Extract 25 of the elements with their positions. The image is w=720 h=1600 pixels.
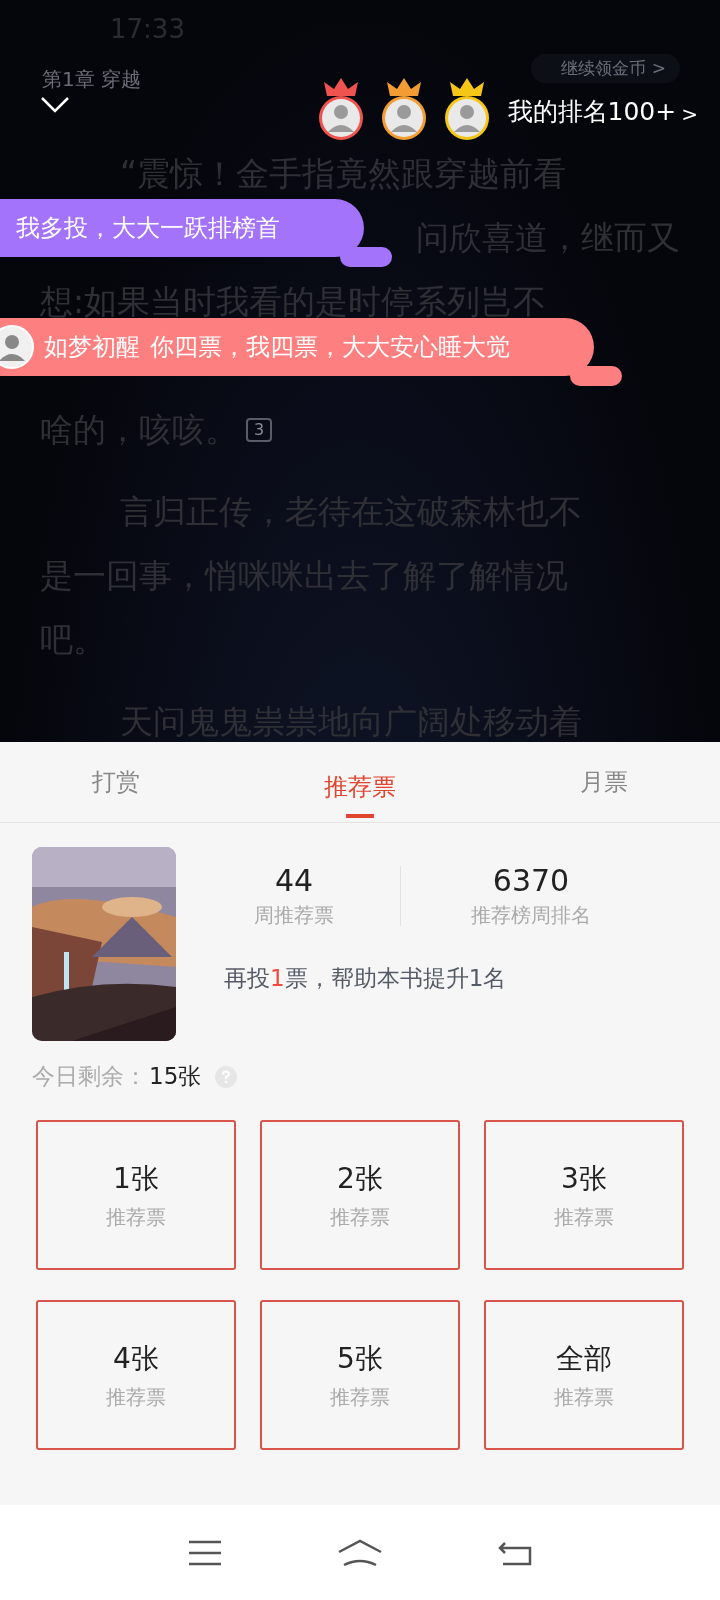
danmaku-text: 我多投，大大一跃排榜首 — [16, 213, 280, 244]
stat-value: 44 — [274, 863, 314, 898]
chapter-title: 第1章 穿越 — [42, 66, 142, 93]
vote-option-button[interactable]: 4张 推荐票 — [36, 1300, 236, 1450]
coin-hint[interactable]: 继续领金币 > — [531, 54, 680, 83]
stat-label: 周推荐票 — [254, 902, 334, 929]
collapse-icon[interactable] — [40, 96, 70, 114]
danmaku-username: 如梦初醒 — [44, 332, 140, 363]
vote-hint: 再投1票，帮助本书提升1名 — [224, 964, 508, 993]
stat-value: 6370 — [492, 863, 570, 898]
vote-option-button[interactable]: 5张 推荐票 — [260, 1300, 460, 1450]
ranking-arrow[interactable]: > — [681, 102, 698, 126]
vote-option-button[interactable]: 1张 推荐票 — [36, 1120, 236, 1270]
menu-icon[interactable] — [186, 1538, 223, 1567]
remaining-value: 15张 — [149, 1062, 202, 1091]
vote-option-button[interactable]: 3张 推荐票 — [484, 1120, 684, 1270]
danmaku-text: 你四票，我四票，大大安心睡大觉 — [150, 332, 510, 363]
vote-option-button[interactable]: 全部 推荐票 — [484, 1300, 684, 1450]
comment-count-badge[interactable]: 3 — [246, 418, 273, 442]
remaining-label: 今日剩余： — [32, 1062, 147, 1091]
vote-option-button[interactable]: 2张 推荐票 — [260, 1120, 460, 1270]
my-ranking-link[interactable]: 我的排名100+ — [507, 95, 677, 128]
stat-label: 推荐榜周排名 — [471, 902, 591, 929]
home-icon[interactable] — [336, 1537, 384, 1568]
tab[interactable]: 推荐票 — [304, 760, 416, 818]
